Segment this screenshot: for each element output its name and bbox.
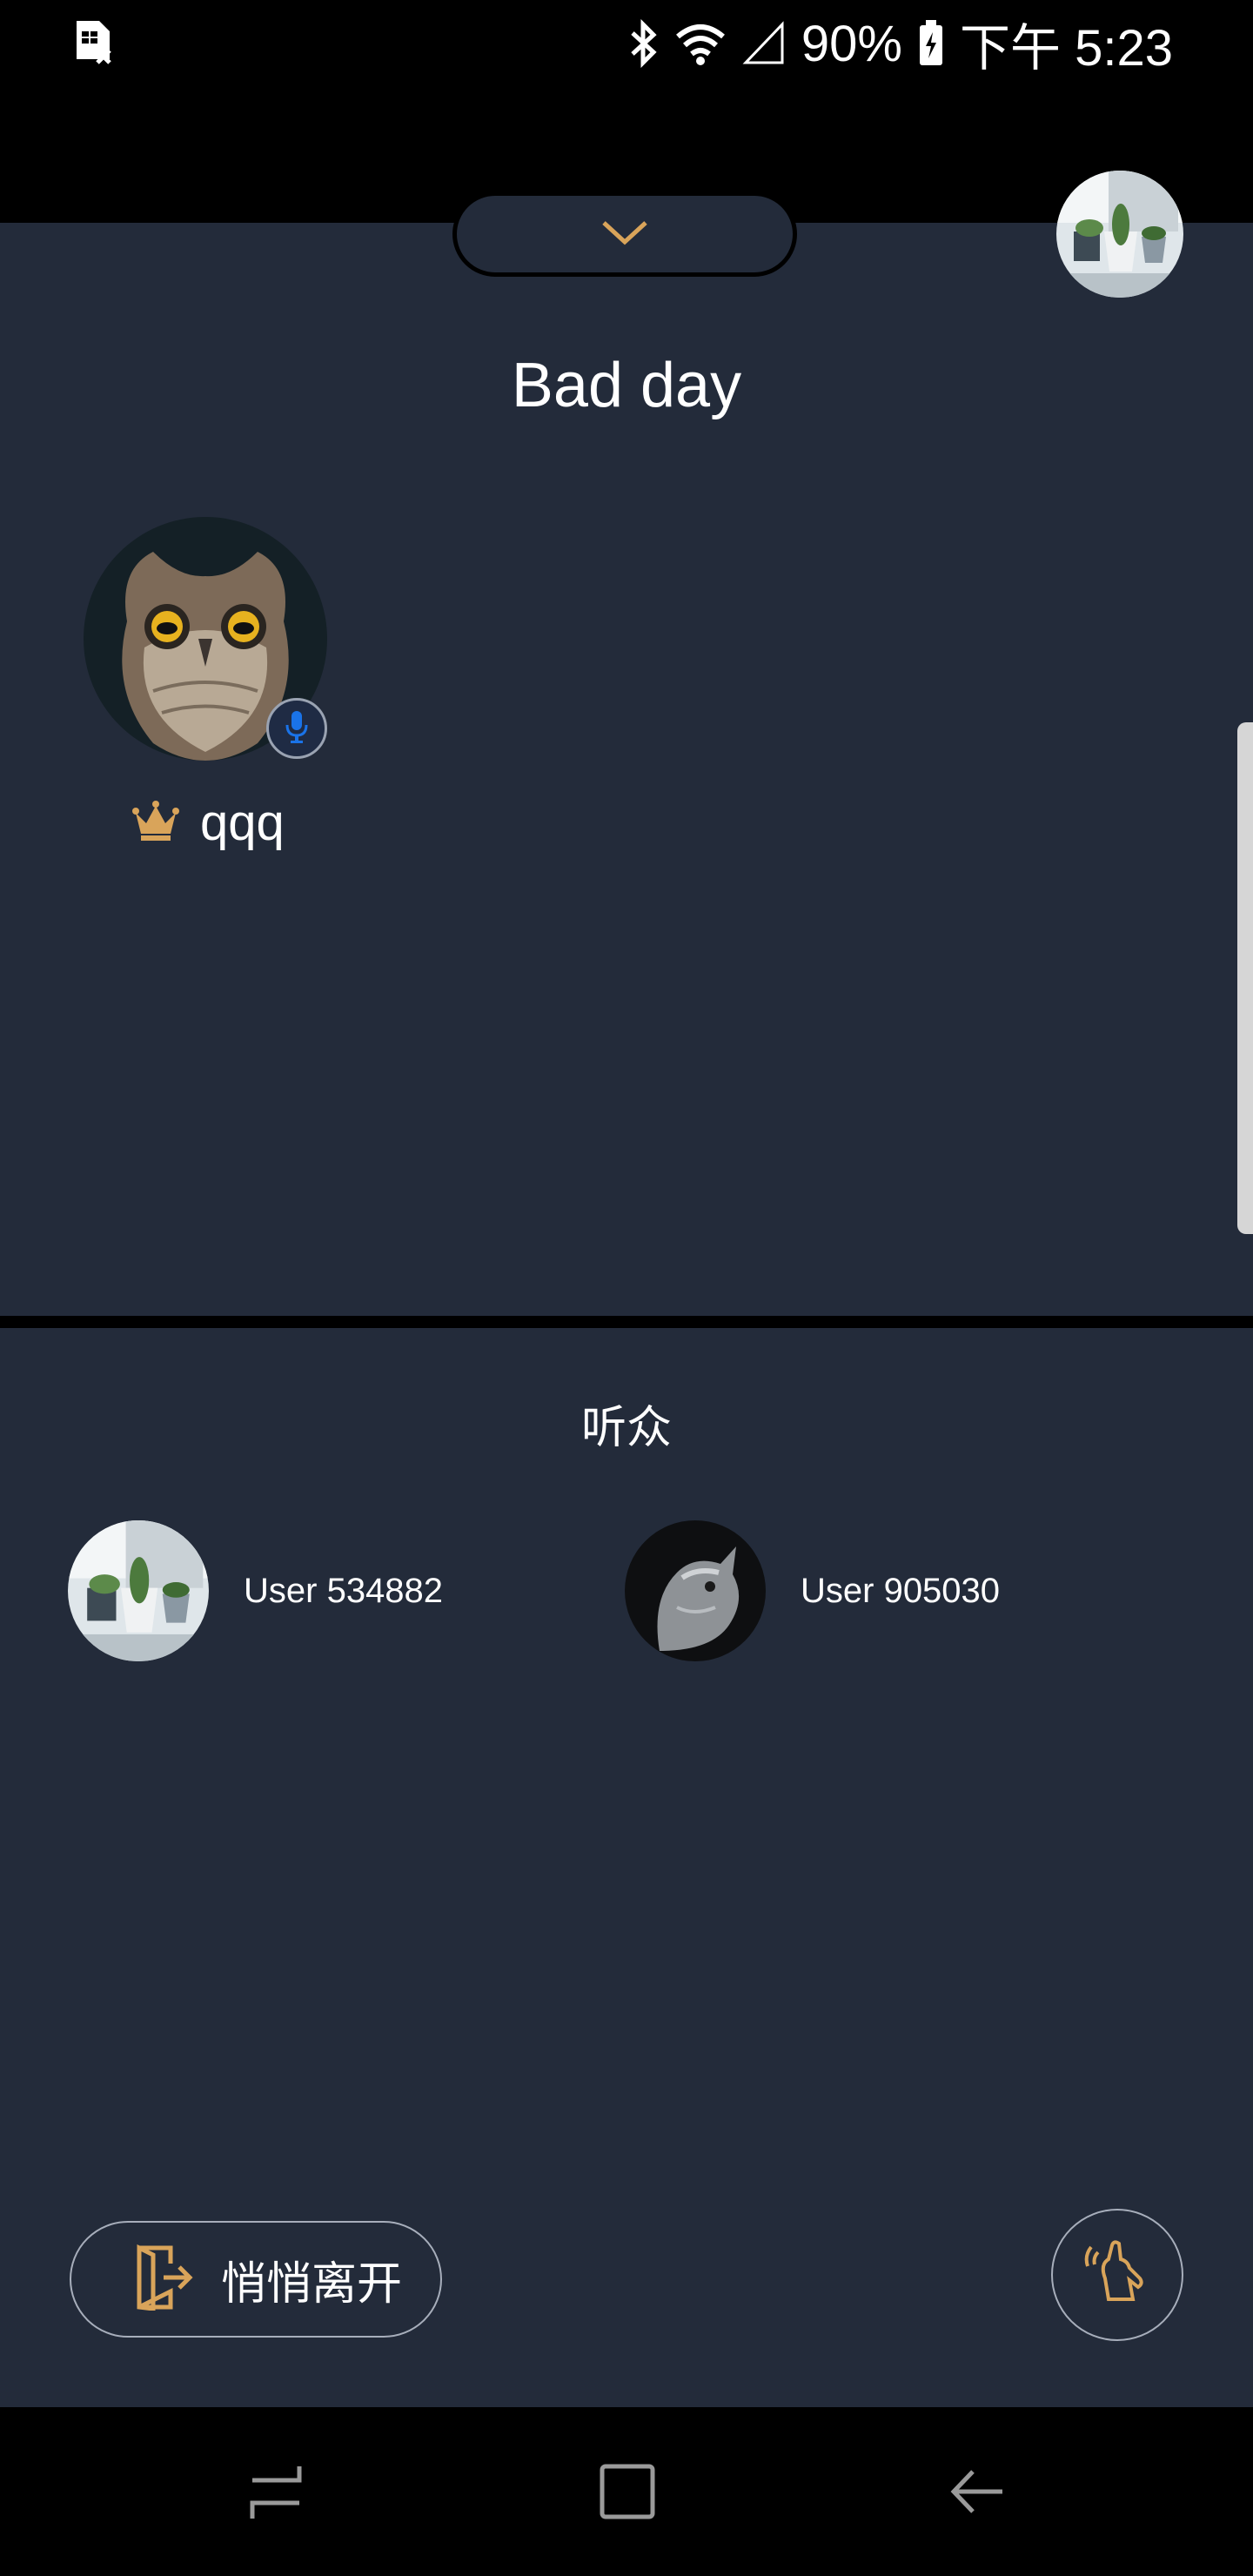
sim-card-icon	[73, 19, 113, 68]
mic-icon	[284, 709, 310, 748]
raise-hand-button[interactable]	[1051, 2209, 1183, 2341]
chevron-down-icon	[600, 219, 649, 250]
listener-avatar	[625, 1520, 766, 1661]
signal-icon	[742, 21, 786, 66]
raise-hand-icon	[1082, 2238, 1152, 2312]
section-divider	[0, 1316, 1253, 1328]
bluetooth-icon	[627, 19, 659, 68]
navigation-bar	[0, 2407, 1253, 2576]
listener-item[interactable]: User 905030	[625, 1519, 1000, 1662]
recents-icon	[245, 2461, 306, 2526]
leave-quietly-label: 悄悄离开	[221, 2258, 403, 2310]
exit-door-icon	[132, 2244, 193, 2315]
listener-name: User 534882	[244, 1571, 444, 1610]
collapse-room-button[interactable]	[452, 191, 797, 277]
battery-icon	[918, 20, 944, 67]
status-bar: 90% 下午 5:23	[0, 0, 1253, 87]
home-button[interactable]	[588, 2454, 667, 2532]
battery-percent: 90%	[801, 15, 902, 72]
recents-button[interactable]	[237, 2454, 315, 2532]
mic-status-badge	[266, 698, 327, 759]
scroll-handle[interactable]	[1237, 722, 1253, 1234]
listener-avatar	[68, 1520, 209, 1661]
back-icon	[947, 2461, 1008, 2526]
speaker-name: qqq	[200, 794, 285, 851]
audience-title: 听众	[580, 1403, 672, 1453]
current-user-avatar[interactable]	[1056, 171, 1183, 298]
clock: 下午 5:23	[960, 20, 1173, 77]
home-icon	[597, 2461, 658, 2526]
status-icons: 90% 下午 5:23	[627, 7, 1173, 80]
wifi-icon	[674, 21, 727, 66]
room-title: Bad day	[511, 351, 742, 420]
listener-item[interactable]: User 534882	[68, 1519, 443, 1662]
listener-name: User 905030	[801, 1571, 1001, 1610]
back-button[interactable]	[938, 2454, 1016, 2532]
crown-icon	[132, 799, 179, 847]
leave-quietly-button[interactable]: 悄悄离开	[70, 2221, 442, 2338]
speaker-name-row: qqq	[132, 792, 285, 853]
